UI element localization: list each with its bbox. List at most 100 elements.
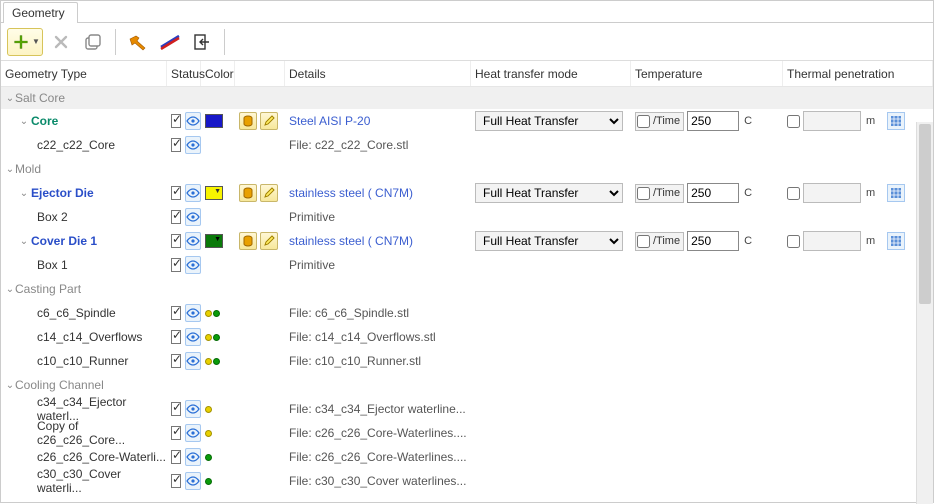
- row-spindle: c6_c6_Spindle File: c6_c6_Spindle.stl: [1, 301, 933, 325]
- node-label[interactable]: Cover Die 1: [29, 234, 97, 248]
- db-button[interactable]: [239, 232, 257, 250]
- tab-geometry[interactable]: Geometry: [3, 2, 78, 23]
- detail-text: File: c6_c6_Spindle.stl: [289, 306, 409, 320]
- tool-hammer-button[interactable]: [124, 28, 152, 56]
- eye-button[interactable]: [185, 400, 201, 418]
- visible-checkbox[interactable]: [171, 138, 181, 152]
- group-saltcore[interactable]: ⌄ Salt Core: [1, 87, 933, 109]
- detail-text: File: c34_c34_Ejector waterline...: [289, 402, 466, 416]
- db-button[interactable]: [239, 112, 257, 130]
- add-button[interactable]: ▼: [7, 28, 43, 56]
- chevron-down-icon[interactable]: ⌄: [19, 188, 29, 199]
- visible-checkbox[interactable]: [171, 114, 181, 128]
- time-checkbox[interactable]: [637, 115, 650, 128]
- visible-checkbox[interactable]: [171, 474, 181, 488]
- visible-checkbox[interactable]: [171, 234, 181, 248]
- node-label[interactable]: c10_c10_Runner: [35, 354, 128, 368]
- temp-input[interactable]: [687, 231, 739, 251]
- chevron-down-icon[interactable]: ⌄: [19, 236, 29, 247]
- color-swatch[interactable]: ▼: [205, 186, 223, 200]
- node-label[interactable]: c22_c22_Core: [35, 138, 115, 152]
- detail-link[interactable]: stainless steel ( CN7M): [289, 234, 413, 248]
- visible-checkbox[interactable]: [171, 258, 181, 272]
- node-label[interactable]: c6_c6_Spindle: [35, 306, 116, 320]
- node-label[interactable]: c26_c26_Core-Waterli...: [35, 450, 166, 464]
- col-heat[interactable]: Heat transfer mode: [471, 61, 631, 86]
- eye-button[interactable]: [185, 304, 201, 322]
- time-toggle[interactable]: /Time: [635, 112, 684, 131]
- col-pen[interactable]: Thermal penetration: [783, 61, 933, 86]
- heat-select[interactable]: Full Heat Transfer: [475, 111, 623, 131]
- status-dot: [205, 454, 212, 461]
- edit-button[interactable]: [260, 232, 278, 250]
- db-button[interactable]: [239, 184, 257, 202]
- calc-button[interactable]: [887, 112, 905, 130]
- edit-button[interactable]: [260, 184, 278, 202]
- eye-button[interactable]: [185, 256, 201, 274]
- group-casting[interactable]: ⌄Casting Part: [1, 277, 933, 301]
- calc-button[interactable]: [887, 232, 905, 250]
- chevron-down-icon: ⌄: [5, 380, 15, 391]
- eye-button[interactable]: [185, 112, 201, 130]
- node-label[interactable]: c14_c14_Overflows: [35, 330, 142, 344]
- eye-button[interactable]: [185, 352, 201, 370]
- heat-select[interactable]: Full Heat Transfer: [475, 231, 623, 251]
- pen-checkbox[interactable]: [787, 115, 800, 128]
- tool-import-button[interactable]: [188, 28, 216, 56]
- eye-button[interactable]: [185, 232, 201, 250]
- time-checkbox[interactable]: [637, 235, 650, 248]
- node-label[interactable]: Box 1: [35, 258, 68, 272]
- visible-checkbox[interactable]: [171, 402, 181, 416]
- eye-button[interactable]: [185, 448, 201, 466]
- calc-button[interactable]: [887, 184, 905, 202]
- detail-link[interactable]: Steel AISI P-20: [289, 114, 370, 128]
- tool-lines-button[interactable]: [156, 28, 184, 56]
- node-label[interactable]: Box 2: [35, 210, 68, 224]
- eye-button[interactable]: [185, 136, 201, 154]
- visible-checkbox[interactable]: [171, 450, 181, 464]
- time-checkbox[interactable]: [637, 187, 650, 200]
- col-status[interactable]: Status: [167, 61, 201, 86]
- color-swatch[interactable]: ▼: [205, 234, 223, 248]
- eye-button[interactable]: [185, 424, 201, 442]
- heat-select[interactable]: Full Heat Transfer: [475, 183, 623, 203]
- eye-button[interactable]: [185, 208, 201, 226]
- pen-checkbox[interactable]: [787, 187, 800, 200]
- scrollbar[interactable]: [916, 122, 933, 504]
- group-mold[interactable]: ⌄Mold: [1, 157, 933, 181]
- node-label[interactable]: Core: [29, 114, 58, 128]
- scroll-thumb[interactable]: [919, 124, 931, 304]
- chevron-down-icon[interactable]: ⌄: [19, 116, 29, 127]
- visible-checkbox[interactable]: [171, 186, 181, 200]
- visible-checkbox[interactable]: [171, 210, 181, 224]
- pencil-icon: [263, 187, 275, 199]
- temp-input[interactable]: [687, 183, 739, 203]
- col-type[interactable]: Geometry Type: [1, 61, 167, 86]
- time-toggle[interactable]: /Time: [635, 184, 684, 203]
- node-label[interactable]: Copy of c26_c26_Core...: [35, 419, 167, 447]
- node-label[interactable]: Ejector Die: [29, 186, 94, 200]
- eye-button[interactable]: [185, 472, 201, 490]
- eye-button[interactable]: [185, 328, 201, 346]
- eye-button[interactable]: [185, 184, 201, 202]
- visible-checkbox[interactable]: [171, 306, 181, 320]
- visible-checkbox[interactable]: [171, 354, 181, 368]
- detail-text: File: c30_c30_Cover waterlines...: [289, 474, 466, 488]
- copy-button[interactable]: [79, 28, 107, 56]
- col-color[interactable]: Color: [201, 61, 235, 86]
- detail-link[interactable]: stainless steel ( CN7M): [289, 186, 413, 200]
- node-label[interactable]: c30_c30_Cover waterli...: [35, 467, 167, 495]
- pen-checkbox[interactable]: [787, 235, 800, 248]
- col-details[interactable]: Details: [285, 61, 471, 86]
- group-cooling[interactable]: ⌄Cooling Channel: [1, 373, 933, 397]
- temp-input[interactable]: [687, 111, 739, 131]
- edit-button[interactable]: [260, 112, 278, 130]
- group-label: Salt Core: [15, 91, 65, 105]
- col-temp[interactable]: Temperature: [631, 61, 783, 86]
- visible-checkbox[interactable]: [171, 330, 181, 344]
- plus-icon: [12, 33, 30, 51]
- time-toggle[interactable]: /Time: [635, 232, 684, 251]
- color-swatch[interactable]: [205, 114, 223, 128]
- visible-checkbox[interactable]: [171, 426, 181, 440]
- delete-button[interactable]: [47, 28, 75, 56]
